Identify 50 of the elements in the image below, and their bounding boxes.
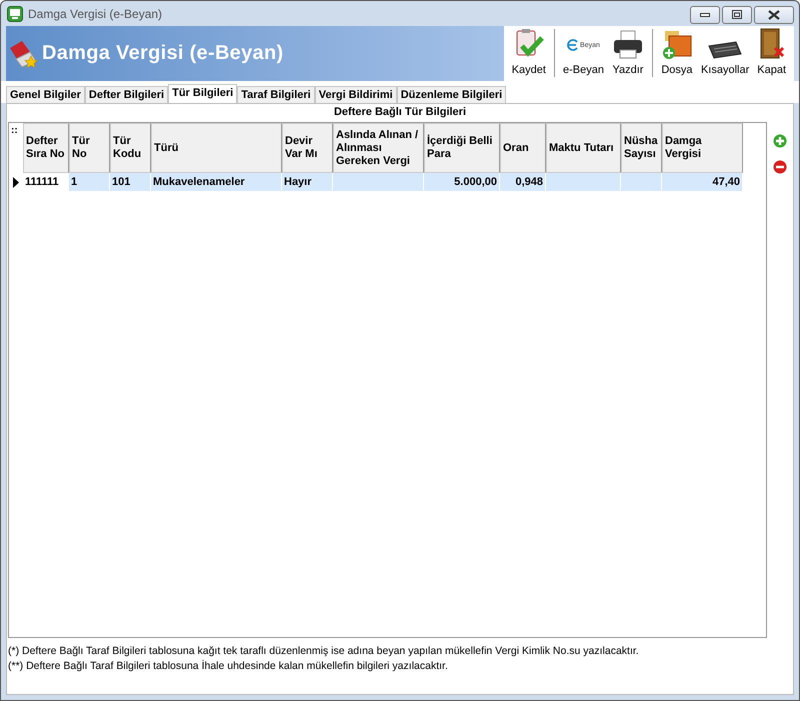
tab[interactable]: Taraf Bilgileri [237,86,315,103]
table-cell: 47,40 [662,173,743,191]
section-title: Deftere Bağlı Tür Bilgileri [332,106,468,120]
tab[interactable]: Tür Bilgileri [168,84,238,103]
table-cell: 101 [110,173,151,191]
minus-icon [773,160,787,174]
tab[interactable]: Genel Bilgiler [6,86,85,103]
book-star-icon [8,38,38,68]
shortcuts-button[interactable]: Kısayollar [696,26,754,81]
minimize-button[interactable] [690,6,720,24]
table-cell: 1 [69,173,110,191]
maximize-icon [732,10,742,19]
save-button[interactable]: Kaydet [508,26,550,81]
close-icon [768,10,780,20]
footnote: (**) Deftere Bağlı Taraf Bilgileri tablosuna İhale uhdesinde kalan mükellefin bilgileri yazılacaktır. [8,659,449,674]
column-header[interactable]: İçerdiği Belli Para [424,123,500,173]
column-header[interactable]: Damga Vergisi [662,123,743,173]
column-header[interactable]: Aslında Alınan / Alınması Gereken Vergi [333,123,424,173]
printer-icon [612,30,644,60]
table-cell: Hayır [282,173,333,191]
minimize-icon [700,12,710,16]
header-title: Damga Vergisi (e-Beyan) [42,42,284,65]
remove-row-button[interactable] [773,160,787,174]
maximize-button[interactable] [722,6,752,24]
footnote: (*) Deftere Bağlı Taraf Bilgileri tablosuna kağıt tek taraflı düzenlenmiş ise adına beyan yapılan mükellefin Vergi Kimlik No.su yazılacaktır. [8,644,640,659]
column-header[interactable]: Devir Var Mı [282,123,333,173]
close-button[interactable] [754,6,794,24]
door-exit-icon [758,28,786,60]
window-title: Damga Vergisi (e-Beyan) [28,6,162,20]
file-button[interactable]: Dosya [656,26,697,81]
add-row-button[interactable] [773,134,787,148]
tab[interactable]: Düzenleme Bilgileri [396,86,506,103]
column-header[interactable]: Defter Sıra No [23,123,69,173]
table-cell: 0,948 [500,173,546,191]
column-header[interactable]: Tür Kodu [110,123,151,173]
close-button[interactable]: Kapat [753,26,790,81]
monitor-icon [7,6,23,22]
column-header[interactable]: Oran [500,123,546,173]
column-header[interactable]: Nüsha Sayısı [621,123,662,173]
column-header[interactable]: Türü [151,123,282,173]
print-button[interactable]: Yazdır [608,26,648,81]
keyboard-icon [708,40,742,60]
plus-icon [773,134,787,148]
column-header[interactable]: Tür No [69,123,110,173]
tab[interactable]: Defter Bilgileri [84,86,168,103]
tab[interactable]: Vergi Bildirimi [314,86,397,103]
grid-corner: :: [10,124,19,138]
table-cell: 5.000,00 [424,173,500,191]
table-cell: Mukavelenameler [151,173,282,191]
column-header[interactable]: Maktu Tutarı [546,123,621,173]
